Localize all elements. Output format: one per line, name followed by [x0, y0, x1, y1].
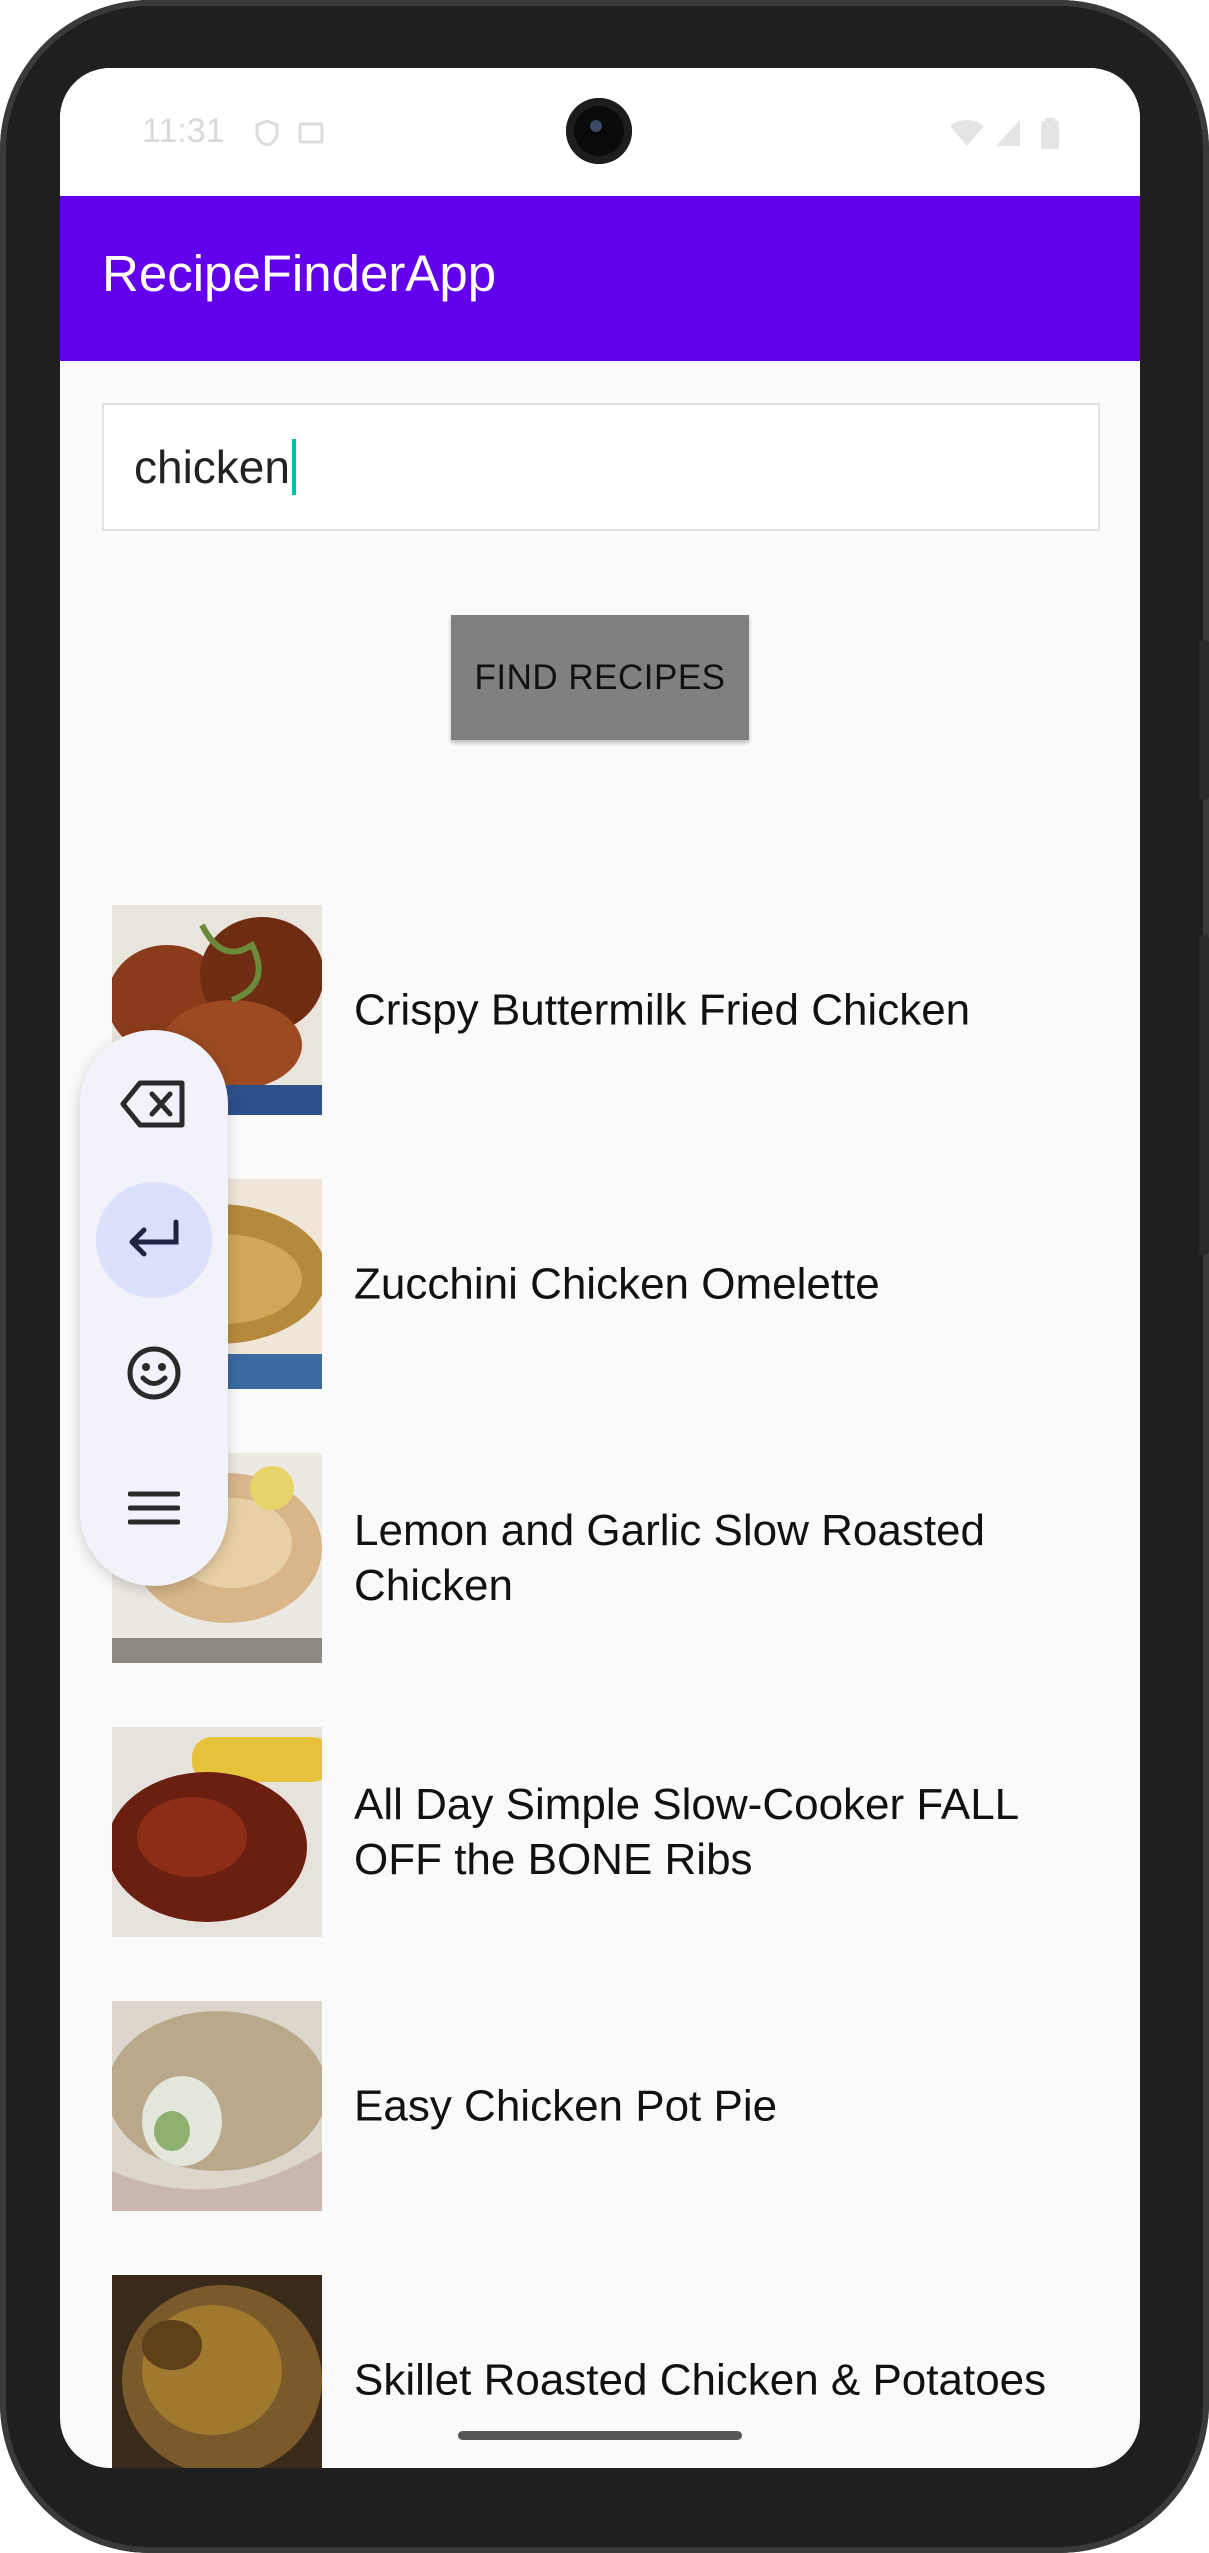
- emoji-icon: [126, 1345, 182, 1406]
- recipe-item[interactable]: Crispy Buttermilk Fried Chicken: [112, 905, 1112, 1115]
- wifi-icon: [948, 118, 986, 148]
- app-title: RecipeFinderApp: [102, 245, 497, 302]
- screen-icon: [296, 118, 326, 148]
- search-field[interactable]: chicken: [102, 403, 1100, 531]
- search-input-value: chicken: [134, 441, 290, 493]
- menu-icon: [127, 1488, 181, 1533]
- backspace-icon: [120, 1079, 188, 1134]
- emoji-button[interactable]: [96, 1317, 212, 1433]
- text-cursor: [291, 438, 296, 495]
- enter-button[interactable]: [96, 1182, 212, 1298]
- phone-frame: 11:31 RecipeFinderApp chicken FIND RECIP…: [0, 0, 1209, 2553]
- recipe-title: Zucchini Chicken Omelette: [354, 1259, 880, 1309]
- floating-keyboard-toolbar: [80, 1030, 228, 1586]
- recipe-title: Lemon and Garlic Slow Roasted Chicken: [354, 1506, 985, 1610]
- status-time: 11:31: [142, 112, 225, 150]
- backspace-button[interactable]: [96, 1048, 212, 1164]
- recipe-thumbnail: [112, 2001, 322, 2211]
- front-camera: [566, 98, 632, 164]
- recipe-title: Easy Chicken Pot Pie: [354, 2081, 778, 2131]
- keyboard-menu-button[interactable]: [96, 1452, 212, 1568]
- shield-icon: [252, 118, 282, 148]
- app-bar: RecipeFinderApp: [60, 196, 1140, 361]
- recipe-thumbnail: [112, 1727, 322, 1937]
- recipe-item[interactable]: Lemon and Garlic Slow Roasted Chicken: [112, 1453, 1112, 1663]
- recipe-item[interactable]: Easy Chicken Pot Pie: [112, 2001, 1112, 2211]
- screen: 11:31 RecipeFinderApp chicken FIND RECIP…: [60, 68, 1140, 2468]
- recipe-title: Skillet Roasted Chicken & Potatoes: [354, 2355, 1047, 2405]
- power-button: [1199, 640, 1209, 800]
- recipe-item[interactable]: All Day Simple Slow-Cooker FALL OFF the …: [112, 1727, 1112, 1937]
- volume-button: [1199, 935, 1209, 1255]
- search-input[interactable]: chicken: [134, 438, 296, 499]
- recipe-title: Crispy Buttermilk Fried Chicken: [354, 985, 971, 1035]
- battery-icon: [1040, 118, 1060, 149]
- recipe-item[interactable]: Zucchini Chicken Omelette: [112, 1179, 1112, 1389]
- recipe-title: All Day Simple Slow-Cooker FALL OFF the …: [354, 1780, 1018, 1884]
- find-recipes-button[interactable]: FIND RECIPES: [451, 615, 749, 740]
- navigation-handle[interactable]: [458, 2431, 742, 2440]
- recipe-thumbnail: [112, 2275, 322, 2468]
- status-bar: 11:31: [60, 68, 1140, 196]
- signal-icon: [994, 118, 1024, 148]
- enter-icon: [126, 1218, 182, 1263]
